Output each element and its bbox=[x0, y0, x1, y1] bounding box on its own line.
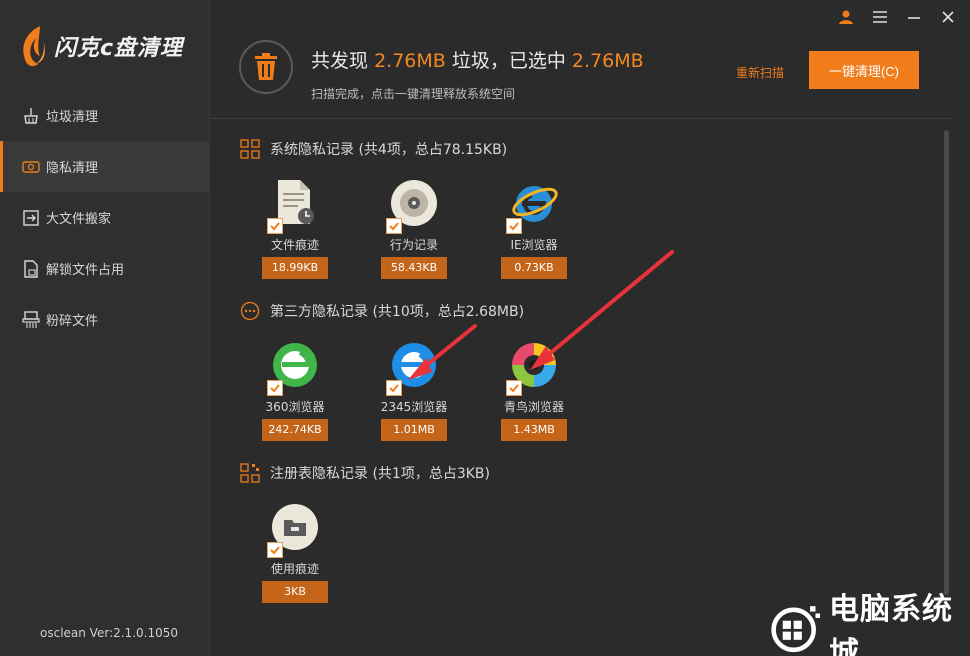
size-badge: 242.74KB bbox=[262, 419, 328, 441]
scan-status-text: 扫描完成，点击一键清理释放系统空间 bbox=[311, 87, 516, 101]
version-label: osclean Ver:2.1.0.1050 bbox=[40, 626, 178, 640]
move-icon bbox=[22, 209, 40, 227]
2345-browser-icon bbox=[386, 340, 439, 396]
watermark-logo-icon bbox=[771, 606, 821, 653]
sidebar-nav: 垃圾清理 隐私清理 大文件搬家 解锁文件占用 粉碎文件 bbox=[0, 90, 210, 345]
sidebar-item-privacy-clean[interactable]: 隐私清理 bbox=[0, 141, 210, 192]
trash-icon bbox=[239, 40, 293, 94]
sidebar-item-label: 隐私清理 bbox=[46, 161, 99, 176]
size-badge: 3KB bbox=[262, 581, 328, 603]
size-badge: 0.73KB bbox=[501, 257, 567, 279]
item-checkbox[interactable] bbox=[267, 218, 283, 234]
item-checkbox[interactable] bbox=[386, 218, 402, 234]
minimize-icon[interactable] bbox=[904, 8, 924, 26]
file-trace-icon bbox=[267, 178, 320, 234]
window-controls bbox=[836, 8, 958, 26]
privacy-item-file-trace[interactable]: 文件痕迹 18.99KB bbox=[250, 178, 340, 279]
grid-icon bbox=[240, 139, 260, 159]
sidebar-item-label: 解锁文件占用 bbox=[46, 263, 125, 278]
item-checkbox[interactable] bbox=[267, 542, 283, 558]
site-watermark: 电脑系统城 bbox=[770, 592, 970, 656]
sidebar-item-label: 粉碎文件 bbox=[46, 314, 99, 329]
scan-summary: 共发现 2.76MB 垃圾，已选中 2.76MB bbox=[311, 50, 644, 72]
sidebar-item-large-file-move[interactable]: 大文件搬家 bbox=[0, 192, 210, 243]
flame-logo-icon bbox=[18, 24, 48, 68]
item-checkbox[interactable] bbox=[506, 380, 522, 396]
item-checkbox[interactable] bbox=[386, 380, 402, 396]
app-brand: 闪克c盘清理 bbox=[54, 36, 184, 61]
size-badge: 1.43MB bbox=[501, 419, 567, 441]
content-scrollbar[interactable] bbox=[944, 130, 949, 595]
privacy-item-behavior-record[interactable]: 行为记录 58.43KB bbox=[369, 178, 459, 279]
sidebar: 闪克c盘清理 垃圾清理 隐私清理 大文件搬家 解锁文件占用 粉碎文件 oscle… bbox=[0, 0, 210, 656]
sidebar-item-junk-clean[interactable]: 垃圾清理 bbox=[0, 90, 210, 141]
size-badge: 1.01MB bbox=[381, 419, 447, 441]
size-badge: 18.99KB bbox=[262, 257, 328, 279]
header-divider bbox=[211, 118, 951, 119]
sidebar-item-label: 垃圾清理 bbox=[46, 110, 99, 125]
scan-summary-header: 共发现 2.76MB 垃圾，已选中 2.76MB 扫描完成，点击一键清理释放系统… bbox=[211, 30, 970, 120]
size-badge: 58.43KB bbox=[381, 257, 447, 279]
item-checkbox[interactable] bbox=[506, 218, 522, 234]
watermark-text: 电脑系统城 bbox=[828, 592, 953, 656]
more-dots-icon bbox=[240, 301, 260, 321]
disc-record-icon bbox=[386, 178, 439, 234]
user-icon[interactable] bbox=[836, 8, 856, 26]
sidebar-item-unlock-file[interactable]: 解锁文件占用 bbox=[0, 243, 210, 294]
qingniao-browser-icon bbox=[506, 340, 559, 396]
app-logo: 闪克c盘清理 bbox=[18, 22, 183, 70]
rescan-link[interactable]: 重新扫描 bbox=[736, 64, 784, 81]
registry-grid-icon bbox=[240, 463, 260, 483]
privacy-item-ie-browser[interactable]: IE浏览器 0.73KB bbox=[489, 178, 579, 279]
section-system-privacy-title: 系统隐私记录 (共4项，总占78.15KB) bbox=[240, 139, 507, 159]
privacy-icon bbox=[22, 158, 40, 176]
selected-size: 2.76MB bbox=[571, 50, 644, 72]
privacy-item-qingniao-browser[interactable]: 青鸟浏览器 1.43MB bbox=[489, 340, 579, 441]
360-browser-icon bbox=[267, 340, 320, 396]
usage-trace-icon bbox=[267, 502, 320, 558]
one-click-clean-button[interactable]: 一键清理(C) bbox=[809, 51, 919, 89]
found-size: 2.76MB bbox=[374, 50, 446, 72]
section-registry-privacy-title: 注册表隐私记录 (共1项，总占3KB) bbox=[240, 463, 490, 483]
menu-icon[interactable] bbox=[870, 8, 890, 26]
sidebar-item-shred-file[interactable]: 粉碎文件 bbox=[0, 294, 210, 345]
shredder-icon bbox=[22, 310, 40, 329]
sidebar-item-label: 大文件搬家 bbox=[46, 212, 112, 227]
broom-icon bbox=[22, 107, 40, 125]
privacy-item-2345-browser[interactable]: 2345浏览器 1.01MB bbox=[369, 340, 459, 441]
ie-browser-icon bbox=[506, 178, 559, 234]
privacy-item-usage-trace[interactable]: 使用痕迹 3KB bbox=[250, 502, 340, 603]
section-third-party-privacy-title: 第三方隐私记录 (共10项，总占2.68MB) bbox=[240, 301, 524, 321]
unlock-file-icon bbox=[22, 259, 40, 278]
item-checkbox[interactable] bbox=[267, 380, 283, 396]
privacy-item-360-browser[interactable]: 360浏览器 242.74KB bbox=[250, 340, 340, 441]
close-icon[interactable] bbox=[938, 8, 958, 26]
